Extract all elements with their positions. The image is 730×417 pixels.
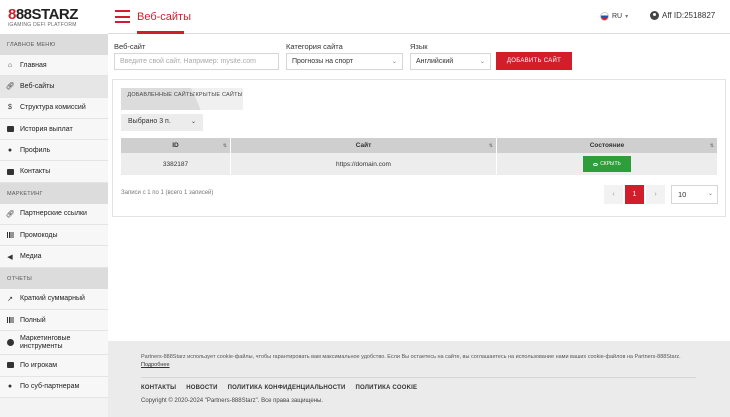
link-icon: 🔗︎ <box>5 83 15 91</box>
language-select[interactable]: Английский ⌄ <box>410 53 491 70</box>
cell-site: https://domain.com <box>231 153 497 175</box>
sidebar-item-home[interactable]: ⌂ Главная <box>0 55 108 77</box>
affiliate-id: Aff ID:2518827 <box>662 11 716 20</box>
logo[interactable]: 888STARZ iGAMING DEFI PLATFORM <box>0 0 108 34</box>
sort-icon: ⇅ <box>222 142 227 149</box>
cookie-more-link[interactable]: Подробнее <box>141 362 170 368</box>
pagination: ‹ 1 › <box>604 185 665 204</box>
chart-bars-icon <box>6 316 14 324</box>
palette-icon <box>6 339 14 347</box>
selected-count-dropdown[interactable]: Выбрано 3 п. ⌄ <box>121 114 203 131</box>
contacts-icon <box>6 168 14 176</box>
footer-divider <box>141 377 696 378</box>
menu-toggle-icon[interactable] <box>115 10 130 23</box>
chevron-down-icon: ⌄ <box>391 59 397 65</box>
sidebar-section-marketing: МАРКЕТИНГ <box>0 182 108 204</box>
language-code: RU <box>612 13 623 20</box>
footer-links: КОНТАКТЫ НОВОСТИ ПОЛИТИКА КОНФИДЕНЦИАЛЬН… <box>141 385 417 391</box>
megaphone-icon: ◀ <box>7 253 13 261</box>
sidebar-item-websites[interactable]: 🔗︎ Веб-сайты <box>0 76 108 98</box>
website-input[interactable]: Введите свой сайт. Например: mysite.com <box>114 53 279 70</box>
per-page-value: 10 <box>678 190 687 199</box>
chevron-down-icon: ⌄ <box>479 59 485 65</box>
category-label: Категория сайта <box>286 42 343 51</box>
per-page-select[interactable]: 10 ⌄ <box>671 185 718 204</box>
chart-icon: ↗ <box>7 295 13 303</box>
category-select[interactable]: Прогнозы на спорт ⌄ <box>286 53 403 70</box>
sidebar-item-short-summary[interactable]: ↗ Краткий суммарный <box>0 288 108 310</box>
next-page-button[interactable]: › <box>646 185 665 204</box>
page-button-current[interactable]: 1 <box>625 185 644 204</box>
main-content: Веб-сайт Введите свой сайт. Например: my… <box>108 34 730 341</box>
footer: Partners-888Starz использует cookie-файл… <box>108 341 730 417</box>
page-title: Веб-сайты <box>137 11 192 23</box>
user-icon: ● <box>7 146 13 154</box>
footer-link-cookie-policy[interactable]: ПОЛИТИКА COOKIE <box>356 385 418 391</box>
app-root: 888STARZ iGAMING DEFI PLATFORM Веб-сайты… <box>0 0 730 417</box>
copyright: Copyright © 2020-2024 "Partners-888Starz… <box>141 398 324 404</box>
website-label: Веб-сайт <box>114 42 146 51</box>
sidebar-item-by-sub-partners[interactable]: ● По суб-партнерам <box>0 376 108 398</box>
selected-count-label: Выбрано 3 п. <box>128 118 171 125</box>
sidebar-section-main: ГЛАВНОЕ МЕНЮ <box>0 34 108 55</box>
language-switcher[interactable]: RU ▾ <box>600 12 628 21</box>
sidebar-item-full[interactable]: Полный <box>0 309 108 332</box>
barcode-icon <box>6 231 14 239</box>
sidebar-item-marketing-tools[interactable]: Маркетинговые инструменты <box>0 331 108 356</box>
wallet-icon <box>6 125 14 133</box>
language-label: Язык <box>410 42 428 51</box>
link-icon: 🔗︎ <box>5 210 15 218</box>
home-icon: ⌂ <box>7 61 13 69</box>
cookie-notice: Partners-888Starz использует cookie-файл… <box>141 354 681 368</box>
russia-flag-icon <box>600 12 609 21</box>
column-site[interactable]: Сайт ⇅ <box>231 138 497 153</box>
sort-icon: ⇅ <box>488 142 493 149</box>
player-icon <box>6 361 14 369</box>
chevron-down-icon: ⌄ <box>707 191 713 197</box>
sidebar: ГЛАВНОЕ МЕНЮ ⌂ Главная 🔗︎ Веб-сайты $ Струк… <box>0 34 108 417</box>
sidebar-item-profile[interactable]: ● Профиль <box>0 140 108 162</box>
cell-status: СКРЫТЬ <box>497 153 718 175</box>
dollar-icon: $ <box>8 104 12 112</box>
hide-button[interactable]: СКРЫТЬ <box>583 156 631 172</box>
websites-panel: ДОБАВЛЕННЫЕ САЙТЫ СКРЫТЫЕ САЙТЫ Выбрано … <box>112 79 726 217</box>
sidebar-item-commission-structure[interactable]: $ Структура комиссий <box>0 97 108 119</box>
footer-link-privacy[interactable]: ПОЛИТИКА КОНФИДЕНЦИАЛЬНОСТИ <box>228 385 346 391</box>
chevron-down-icon: ⌄ <box>190 119 196 125</box>
column-status[interactable]: Состояние ⇅ <box>497 138 718 153</box>
sidebar-item-promocodes[interactable]: Промокоды <box>0 225 108 247</box>
affiliate-account[interactable]: Aff ID:2518827 <box>650 11 715 20</box>
table-header: ID ⇅ Сайт ⇅ Состояние ⇅ <box>121 138 718 153</box>
footer-link-contacts[interactable]: КОНТАКТЫ <box>141 385 176 391</box>
table-row: 3382187 https://domain.com СКРЫТЬ <box>121 153 718 175</box>
category-value: Прогнозы на спорт <box>292 58 354 65</box>
logo-text: 888STARZ <box>8 6 78 23</box>
sidebar-item-partner-links[interactable]: 🔗︎ Партнерские ссылки <box>0 203 108 226</box>
users-icon: ● <box>7 383 13 391</box>
tab-added-sites[interactable]: ДОБАВЛЕННЫЕ САЙТЫ <box>121 88 201 110</box>
prev-page-button[interactable]: ‹ <box>604 185 623 204</box>
websites-table: ID ⇅ Сайт ⇅ Состояние ⇅ 3382187 https://dom… <box>121 138 718 175</box>
add-site-button[interactable]: ДОБАВИТЬ САЙТ <box>496 52 572 70</box>
footer-link-news[interactable]: НОВОСТИ <box>186 385 217 391</box>
records-info: Записи с 1 по 1 (всего 1 записей) <box>121 190 214 196</box>
eye-icon <box>593 162 599 166</box>
sort-icon: ⇅ <box>709 142 714 149</box>
top-bar: 888STARZ iGAMING DEFI PLATFORM Веб-сайты… <box>0 0 730 34</box>
column-id[interactable]: ID ⇅ <box>121 138 231 153</box>
sidebar-section-reports: ОТЧЕТЫ <box>0 267 108 289</box>
user-circle-icon <box>650 11 659 20</box>
language-value: Английский <box>416 58 454 65</box>
sidebar-item-media[interactable]: ◀ Медиа <box>0 246 108 268</box>
chevron-down-icon: ▾ <box>625 14 629 20</box>
logo-subtitle: iGAMING DEFI PLATFORM <box>8 22 77 28</box>
cell-id: 3382187 <box>121 153 231 175</box>
sidebar-item-by-players[interactable]: По игрокам <box>0 355 108 377</box>
sidebar-item-payout-history[interactable]: История выплат <box>0 118 108 141</box>
sidebar-item-contacts[interactable]: Контакты <box>0 161 108 183</box>
